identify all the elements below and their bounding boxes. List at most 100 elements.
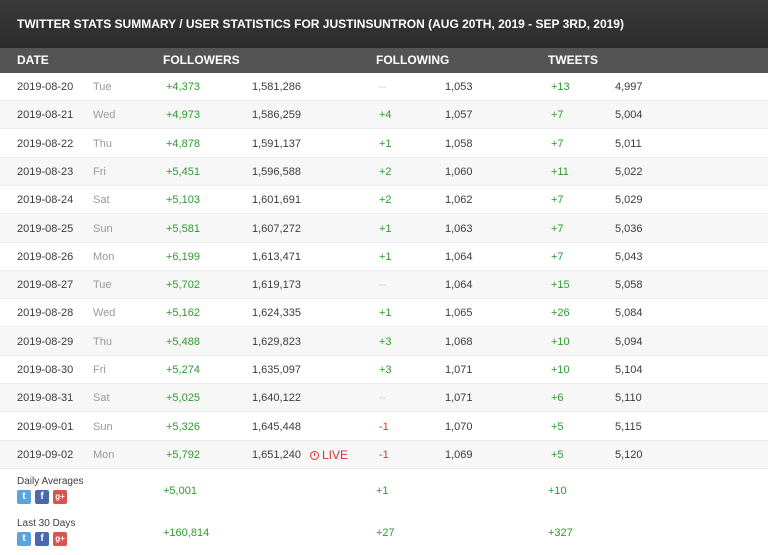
share-icons: t f g+ — [17, 490, 71, 504]
following-total: 1,071 — [445, 364, 473, 376]
facebook-icon[interactable]: f — [35, 490, 49, 504]
followers-total: 1,601,691 — [252, 194, 301, 207]
followers-total: 1,629,823 — [252, 335, 301, 348]
tweets-total: 5,094 — [615, 335, 643, 348]
following-total: 1,068 — [445, 335, 473, 348]
followers-total: 1,624,335 — [252, 307, 301, 320]
following-total: 1,053 — [445, 81, 473, 93]
followers-change: +5,488 — [166, 335, 200, 348]
share-icons: t f g+ — [17, 532, 71, 546]
table-header: DATE FOLLOWERS FOLLOWING TWEETS — [0, 48, 768, 73]
table-row: 2019-09-01 Sun +5,326 1,645,448 -1 1,070 +5 5,1… — [0, 413, 768, 441]
table-row: 2019-08-24 Sat +5,103 1,601,691 +2 1,062 +7 5,0… — [0, 186, 768, 215]
table-row: 2019-08-26 Mon +6,199 1,613,471 +1 1,064 +7 5,0… — [0, 243, 768, 271]
tweets-change: +6 — [551, 392, 564, 405]
column-header-tweets: TWEETS — [548, 53, 598, 67]
following-total: 1,064 — [445, 279, 473, 292]
tweets-total: 5,104 — [615, 364, 643, 376]
followers-change: +5,025 — [166, 392, 200, 405]
tweets-total: 5,004 — [615, 109, 643, 122]
tweets-change: +5 — [551, 448, 564, 461]
twitter-icon[interactable]: t — [17, 532, 31, 546]
row-date: 2019-08-29 — [17, 335, 74, 348]
row-date: 2019-08-21 — [17, 109, 74, 122]
google-plus-icon[interactable]: g+ — [53, 490, 67, 504]
tweets-change: +5 — [551, 420, 564, 433]
followers-total: 1,645,448 — [252, 420, 301, 433]
facebook-icon[interactable]: f — [35, 532, 49, 546]
following-total: 1,069 — [445, 448, 473, 461]
row-date: 2019-08-24 — [17, 194, 74, 207]
row-date: 2019-08-31 — [17, 392, 74, 405]
table-row: 2019-08-20 Tue +4,373 1,581,286 -- 1,053 +13 4,… — [0, 73, 768, 101]
followers-total: 1,613,471 — [252, 250, 301, 263]
following-change: -- — [379, 81, 387, 93]
row-date: 2019-08-30 — [17, 364, 74, 376]
tweets-change: +10 — [551, 364, 570, 376]
row-day: Thu — [93, 137, 112, 150]
following-total: 1,063 — [445, 222, 473, 235]
summary-following: +1 — [376, 485, 389, 497]
row-day: Sun — [93, 420, 113, 433]
followers-total: 1,619,173 — [252, 279, 301, 292]
followers-total: 1,596,588 — [252, 165, 301, 178]
row-day: Tue — [93, 81, 112, 93]
tweets-change: +7 — [551, 109, 564, 122]
row-day: Sat — [93, 194, 110, 207]
row-date: 2019-08-26 — [17, 250, 74, 263]
summary-followers: +160,814 — [163, 527, 210, 539]
following-change: +3 — [379, 364, 392, 376]
live-indicator: LIVE — [310, 441, 348, 469]
summary-row: Last 30 Days t f g+ +160,814 +27 +327 — [0, 512, 768, 554]
followers-change: +6,199 — [166, 250, 200, 263]
summary-tweets: +10 — [548, 485, 567, 497]
row-date: 2019-09-02 — [17, 448, 74, 461]
row-date: 2019-08-25 — [17, 222, 74, 235]
summary-label: Last 30 Days — [17, 518, 76, 529]
following-change: +1 — [379, 250, 392, 263]
following-change: -- — [379, 279, 387, 292]
followers-change: +5,792 — [166, 448, 200, 461]
tweets-total: 5,036 — [615, 222, 643, 235]
followers-total: 1,581,286 — [252, 81, 301, 93]
followers-change: +5,451 — [166, 165, 200, 178]
row-day: Fri — [93, 364, 106, 376]
tweets-change: +7 — [551, 137, 564, 150]
row-date: 2019-08-28 — [17, 307, 74, 320]
row-day: Wed — [93, 109, 116, 122]
row-day: Mon — [93, 250, 115, 263]
row-day: Thu — [93, 335, 112, 348]
tweets-change: +15 — [551, 279, 570, 292]
tweets-total: 5,011 — [615, 137, 642, 150]
row-date: 2019-08-22 — [17, 137, 74, 150]
tweets-change: +7 — [551, 194, 564, 207]
google-plus-icon[interactable]: g+ — [53, 532, 67, 546]
tweets-change: +10 — [551, 335, 570, 348]
tweets-total: 4,997 — [615, 81, 643, 93]
tweets-change: +13 — [551, 81, 570, 93]
followers-change: +5,162 — [166, 307, 200, 320]
table-row: 2019-08-23 Fri +5,451 1,596,588 +2 1,060 +11 5,… — [0, 157, 768, 186]
following-total: 1,060 — [445, 165, 473, 178]
table-row: 2019-08-30 Fri +5,274 1,635,097 +3 1,071 +10 5,… — [0, 356, 768, 384]
following-change: +3 — [379, 335, 392, 348]
row-day: Sat — [93, 392, 110, 405]
column-header-date: DATE — [17, 53, 49, 67]
table-row: 2019-08-29 Thu +5,488 1,629,823 +3 1,068 +10 5,… — [0, 327, 768, 356]
following-total: 1,070 — [445, 420, 473, 433]
tweets-change: +11 — [551, 165, 569, 178]
row-date: 2019-09-01 — [17, 420, 74, 433]
following-total: 1,062 — [445, 194, 473, 207]
followers-change: +5,326 — [166, 420, 200, 433]
column-header-following: FOLLOWING — [376, 53, 450, 67]
row-date: 2019-08-23 — [17, 165, 74, 178]
tweets-total: 5,110 — [615, 392, 642, 405]
followers-total: 1,586,259 — [252, 109, 301, 122]
row-day: Tue — [93, 279, 112, 292]
tweets-total: 5,029 — [615, 194, 643, 207]
followers-total: 1,635,097 — [252, 364, 301, 376]
tweets-total: 5,115 — [615, 420, 642, 433]
twitter-icon[interactable]: t — [17, 490, 31, 504]
followers-change: +4,878 — [166, 137, 200, 150]
tweets-total: 5,022 — [615, 165, 643, 178]
